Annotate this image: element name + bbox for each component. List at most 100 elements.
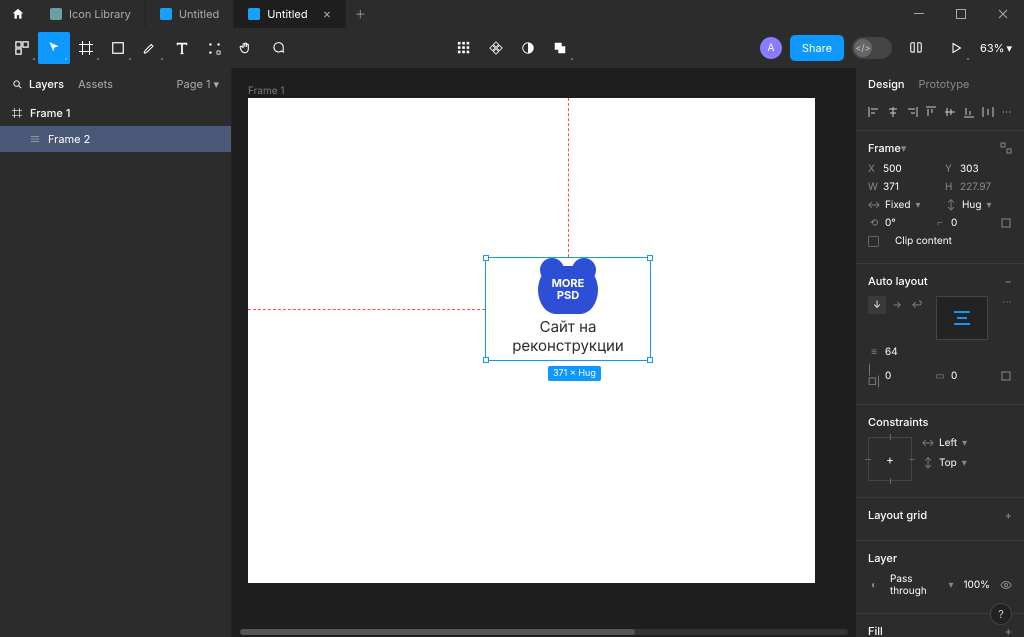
- independent-padding-icon[interactable]: [1000, 371, 1012, 381]
- layers-tab[interactable]: Layers: [12, 77, 64, 91]
- dev-mode-toggle[interactable]: </>: [852, 37, 892, 59]
- component-icon[interactable]: [480, 32, 512, 64]
- file-tab[interactable]: Icon Library: [36, 0, 146, 28]
- layer-row-selected[interactable]: Frame 2: [0, 126, 231, 152]
- scrollbar-thumb[interactable]: [240, 629, 635, 635]
- more-align-icon[interactable]: ⋯: [999, 104, 1014, 120]
- align-right-icon[interactable]: [904, 104, 919, 120]
- padding-h-field[interactable]: |□|0: [868, 364, 924, 388]
- selection-handle[interactable]: [647, 255, 653, 261]
- comment-tool[interactable]: [262, 32, 294, 64]
- direction-vertical-icon[interactable]: ↓: [868, 296, 886, 314]
- grid-icon[interactable]: [448, 32, 480, 64]
- dimension-badge: 371 × Hug: [548, 366, 601, 381]
- clip-content-label: Clip content: [895, 235, 952, 247]
- selection-box[interactable]: MORE PSD Сайт на реконструкции: [485, 257, 651, 361]
- maximize-button[interactable]: [940, 0, 982, 28]
- blend-mode[interactable]: Pass through: [890, 573, 938, 597]
- frame-section: Frame ▾ X500 Y303 W371 H227.97 ↔Fixed▾ ↕…: [856, 131, 1024, 264]
- more-options-icon[interactable]: ⋯: [1002, 296, 1012, 308]
- assets-tab-label: Assets: [78, 77, 113, 91]
- resize-to-fit-icon[interactable]: [1000, 142, 1012, 154]
- selection-handle[interactable]: [483, 357, 489, 363]
- align-left-icon[interactable]: [866, 104, 881, 120]
- share-button[interactable]: Share: [790, 35, 844, 61]
- file-tab-active[interactable]: Untitled ×: [234, 0, 346, 28]
- play-button[interactable]: [940, 32, 972, 64]
- constraint-h-field[interactable]: ↔Left▾: [922, 437, 1012, 449]
- constraints-section: Constraints + ↔Left▾ ↕Top▾: [856, 405, 1024, 498]
- frame[interactable]: MORE PSD Сайт на реконструкции 371 × Hug: [248, 98, 815, 583]
- minus-icon[interactable]: −: [1005, 274, 1012, 288]
- shape-tool[interactable]: [102, 32, 134, 64]
- constraint-v-field[interactable]: ↕Top▾: [922, 457, 1012, 469]
- logo-shape: MORE PSD: [538, 266, 598, 314]
- resources-tool[interactable]: [198, 32, 230, 64]
- padding-v-field[interactable]: ▭0: [934, 370, 990, 382]
- assets-tab[interactable]: Assets: [78, 77, 113, 91]
- alignment-guide-horizontal: [248, 309, 485, 310]
- pen-tool[interactable]: [134, 32, 166, 64]
- gap-field[interactable]: ≡64: [868, 346, 1012, 358]
- distribute-icon[interactable]: [980, 104, 995, 120]
- horizontal-scrollbar[interactable]: [240, 629, 848, 635]
- rotation-field[interactable]: ⟲0°: [868, 217, 924, 229]
- plus-icon[interactable]: +: [1005, 624, 1012, 637]
- text-tool[interactable]: [166, 32, 198, 64]
- align-bottom-icon[interactable]: [961, 104, 976, 120]
- file-tab[interactable]: Untitled: [146, 0, 234, 28]
- independent-corners-icon[interactable]: [1000, 218, 1012, 228]
- zoom-control[interactable]: 63%▾: [980, 41, 1018, 55]
- constraint-v-value: Top: [939, 457, 957, 469]
- visibility-icon[interactable]: [1000, 579, 1012, 591]
- chevron-down-icon[interactable]: ▾: [901, 141, 907, 155]
- avatar-letter: A: [767, 42, 774, 54]
- constraint-diagram[interactable]: +: [868, 437, 912, 481]
- h-resize-field[interactable]: ↔Fixed▾: [868, 199, 935, 211]
- section-title: Layout grid: [868, 508, 927, 522]
- page-selector[interactable]: Page 1▾: [177, 77, 219, 91]
- section-title: Fill: [868, 624, 883, 637]
- help-button[interactable]: ?: [990, 603, 1012, 625]
- padding-h-icon: |□|: [868, 364, 880, 388]
- x-field[interactable]: X500: [868, 163, 935, 175]
- boolean-icon[interactable]: [544, 32, 576, 64]
- y-field[interactable]: Y303: [945, 163, 1012, 175]
- search-icon: [12, 79, 23, 90]
- hand-tool[interactable]: [230, 32, 262, 64]
- selection-handle[interactable]: [647, 357, 653, 363]
- toolbar-center: [448, 32, 576, 64]
- frame-tool[interactable]: [70, 32, 102, 64]
- alignment-controls: ⋯: [856, 100, 1024, 131]
- align-top-icon[interactable]: [923, 104, 938, 120]
- home-button[interactable]: [0, 0, 36, 28]
- align-vcenter-icon[interactable]: [942, 104, 957, 120]
- corner-field[interactable]: ⌐0: [934, 217, 990, 229]
- h-field[interactable]: H227.97: [945, 181, 1012, 193]
- mask-icon[interactable]: [512, 32, 544, 64]
- prototype-tab[interactable]: Prototype: [919, 77, 970, 91]
- move-tool[interactable]: [38, 32, 70, 64]
- w-field[interactable]: W371: [868, 181, 935, 193]
- add-tab-button[interactable]: ＋: [346, 6, 374, 22]
- avatar[interactable]: A: [760, 37, 782, 59]
- opacity-value[interactable]: 100%: [963, 579, 990, 591]
- library-icon[interactable]: [900, 32, 932, 64]
- frame-label[interactable]: Frame 1: [248, 85, 284, 97]
- design-tab[interactable]: Design: [868, 77, 905, 91]
- direction-horizontal-icon[interactable]: →: [888, 296, 906, 314]
- canvas[interactable]: Frame 1 MORE PSD Сайт на реконструкции 3…: [232, 68, 856, 637]
- align-hcenter-icon[interactable]: [885, 104, 900, 120]
- alignment-box[interactable]: [936, 296, 988, 340]
- menu-button[interactable]: [6, 32, 38, 64]
- close-window-button[interactable]: [982, 0, 1024, 28]
- layer-row[interactable]: Frame 1: [0, 100, 231, 126]
- close-tab-icon[interactable]: ×: [323, 6, 332, 22]
- minimize-button[interactable]: [898, 0, 940, 28]
- plus-icon[interactable]: +: [1005, 508, 1012, 522]
- v-resize-field[interactable]: ↕Hug▾: [945, 199, 1012, 211]
- selection-handle[interactable]: [483, 255, 489, 261]
- direction-wrap-icon[interactable]: ↩: [908, 296, 926, 314]
- clip-content-checkbox[interactable]: [868, 236, 879, 247]
- caption-text: Сайт на реконструкции: [486, 317, 650, 355]
